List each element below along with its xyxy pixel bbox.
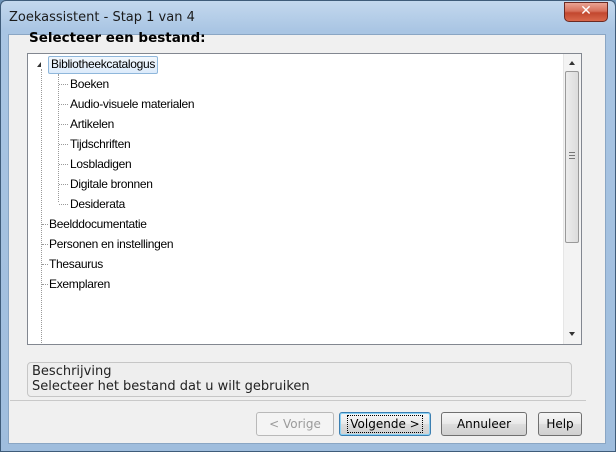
vertical-scrollbar[interactable] (563, 54, 581, 344)
tree-branch (42, 264, 48, 265)
expander-arrow-icon[interactable] (37, 62, 41, 67)
scroll-thumb[interactable] (565, 71, 579, 243)
previous-button-label: < Vorige (269, 417, 321, 431)
tree-node-sibling[interactable]: Exemplaren (49, 275, 110, 293)
tree-branch (42, 284, 48, 285)
description-text: Selecteer het bestand dat u wilt gebruik… (32, 379, 310, 394)
tree-node-label: Bibliotheekcatalogus (48, 56, 159, 74)
tree-branch (42, 244, 48, 245)
description-label: Beschrijving (32, 364, 112, 379)
scroll-down-icon[interactable] (569, 332, 575, 336)
scroll-up-icon[interactable] (569, 61, 575, 65)
close-icon: ✕ (580, 3, 592, 19)
tree-node-child[interactable]: Desiderata (70, 195, 125, 213)
tree-node-root[interactable]: Bibliotheekcatalogus (48, 55, 159, 74)
tree-node-child[interactable]: Tijdschriften (70, 135, 131, 153)
tree-node-child[interactable]: Digitale bronnen (70, 175, 153, 193)
tree-branch (59, 104, 68, 105)
file-tree[interactable]: Bibliotheekcatalogus Boeken Audio-visuel… (27, 53, 582, 345)
tree-child-line (58, 74, 59, 202)
window-title: Zoekassistent - Stap 1 van 4 (9, 10, 195, 25)
tree-branch (59, 144, 68, 145)
tree-node-sibling[interactable]: Beelddocumentatie (49, 215, 147, 233)
next-button-label: Volgende > (347, 415, 423, 433)
tree-node-sibling[interactable]: Personen en instellingen (49, 235, 174, 253)
tree-branch (59, 164, 68, 165)
tree-node-child[interactable]: Audio-visuele materialen (70, 95, 195, 113)
description-panel: Beschrijving Selecteer het bestand dat u… (27, 362, 572, 397)
tree-content: Bibliotheekcatalogus Boeken Audio-visuel… (28, 54, 564, 344)
tree-branch (59, 184, 68, 185)
help-button-label: Help (546, 417, 574, 431)
tree-branch (59, 124, 68, 125)
tree-branch (42, 224, 48, 225)
previous-button[interactable]: < Vorige (256, 412, 334, 436)
tree-node-child[interactable]: Losbladigen (70, 155, 132, 173)
close-button[interactable]: ✕ (564, 2, 608, 22)
tree-node-sibling[interactable]: Thesaurus (49, 255, 103, 273)
tree-node-child[interactable]: Boeken (70, 75, 109, 93)
tree-node-child[interactable]: Artikelen (70, 115, 114, 133)
divider (10, 400, 586, 401)
tree-branch (59, 84, 68, 85)
help-button[interactable]: Help (538, 412, 582, 436)
tree-branch (59, 204, 68, 205)
cancel-button[interactable]: Annuleer (441, 412, 527, 436)
grip-line (569, 152, 575, 153)
tree-root-line (41, 69, 42, 344)
grip-line (569, 155, 575, 156)
page-heading: Selecteer een bestand: (29, 30, 206, 46)
grip-line (569, 158, 575, 159)
next-button[interactable]: Volgende > (339, 412, 431, 436)
cancel-button-label: Annuleer (456, 417, 512, 431)
